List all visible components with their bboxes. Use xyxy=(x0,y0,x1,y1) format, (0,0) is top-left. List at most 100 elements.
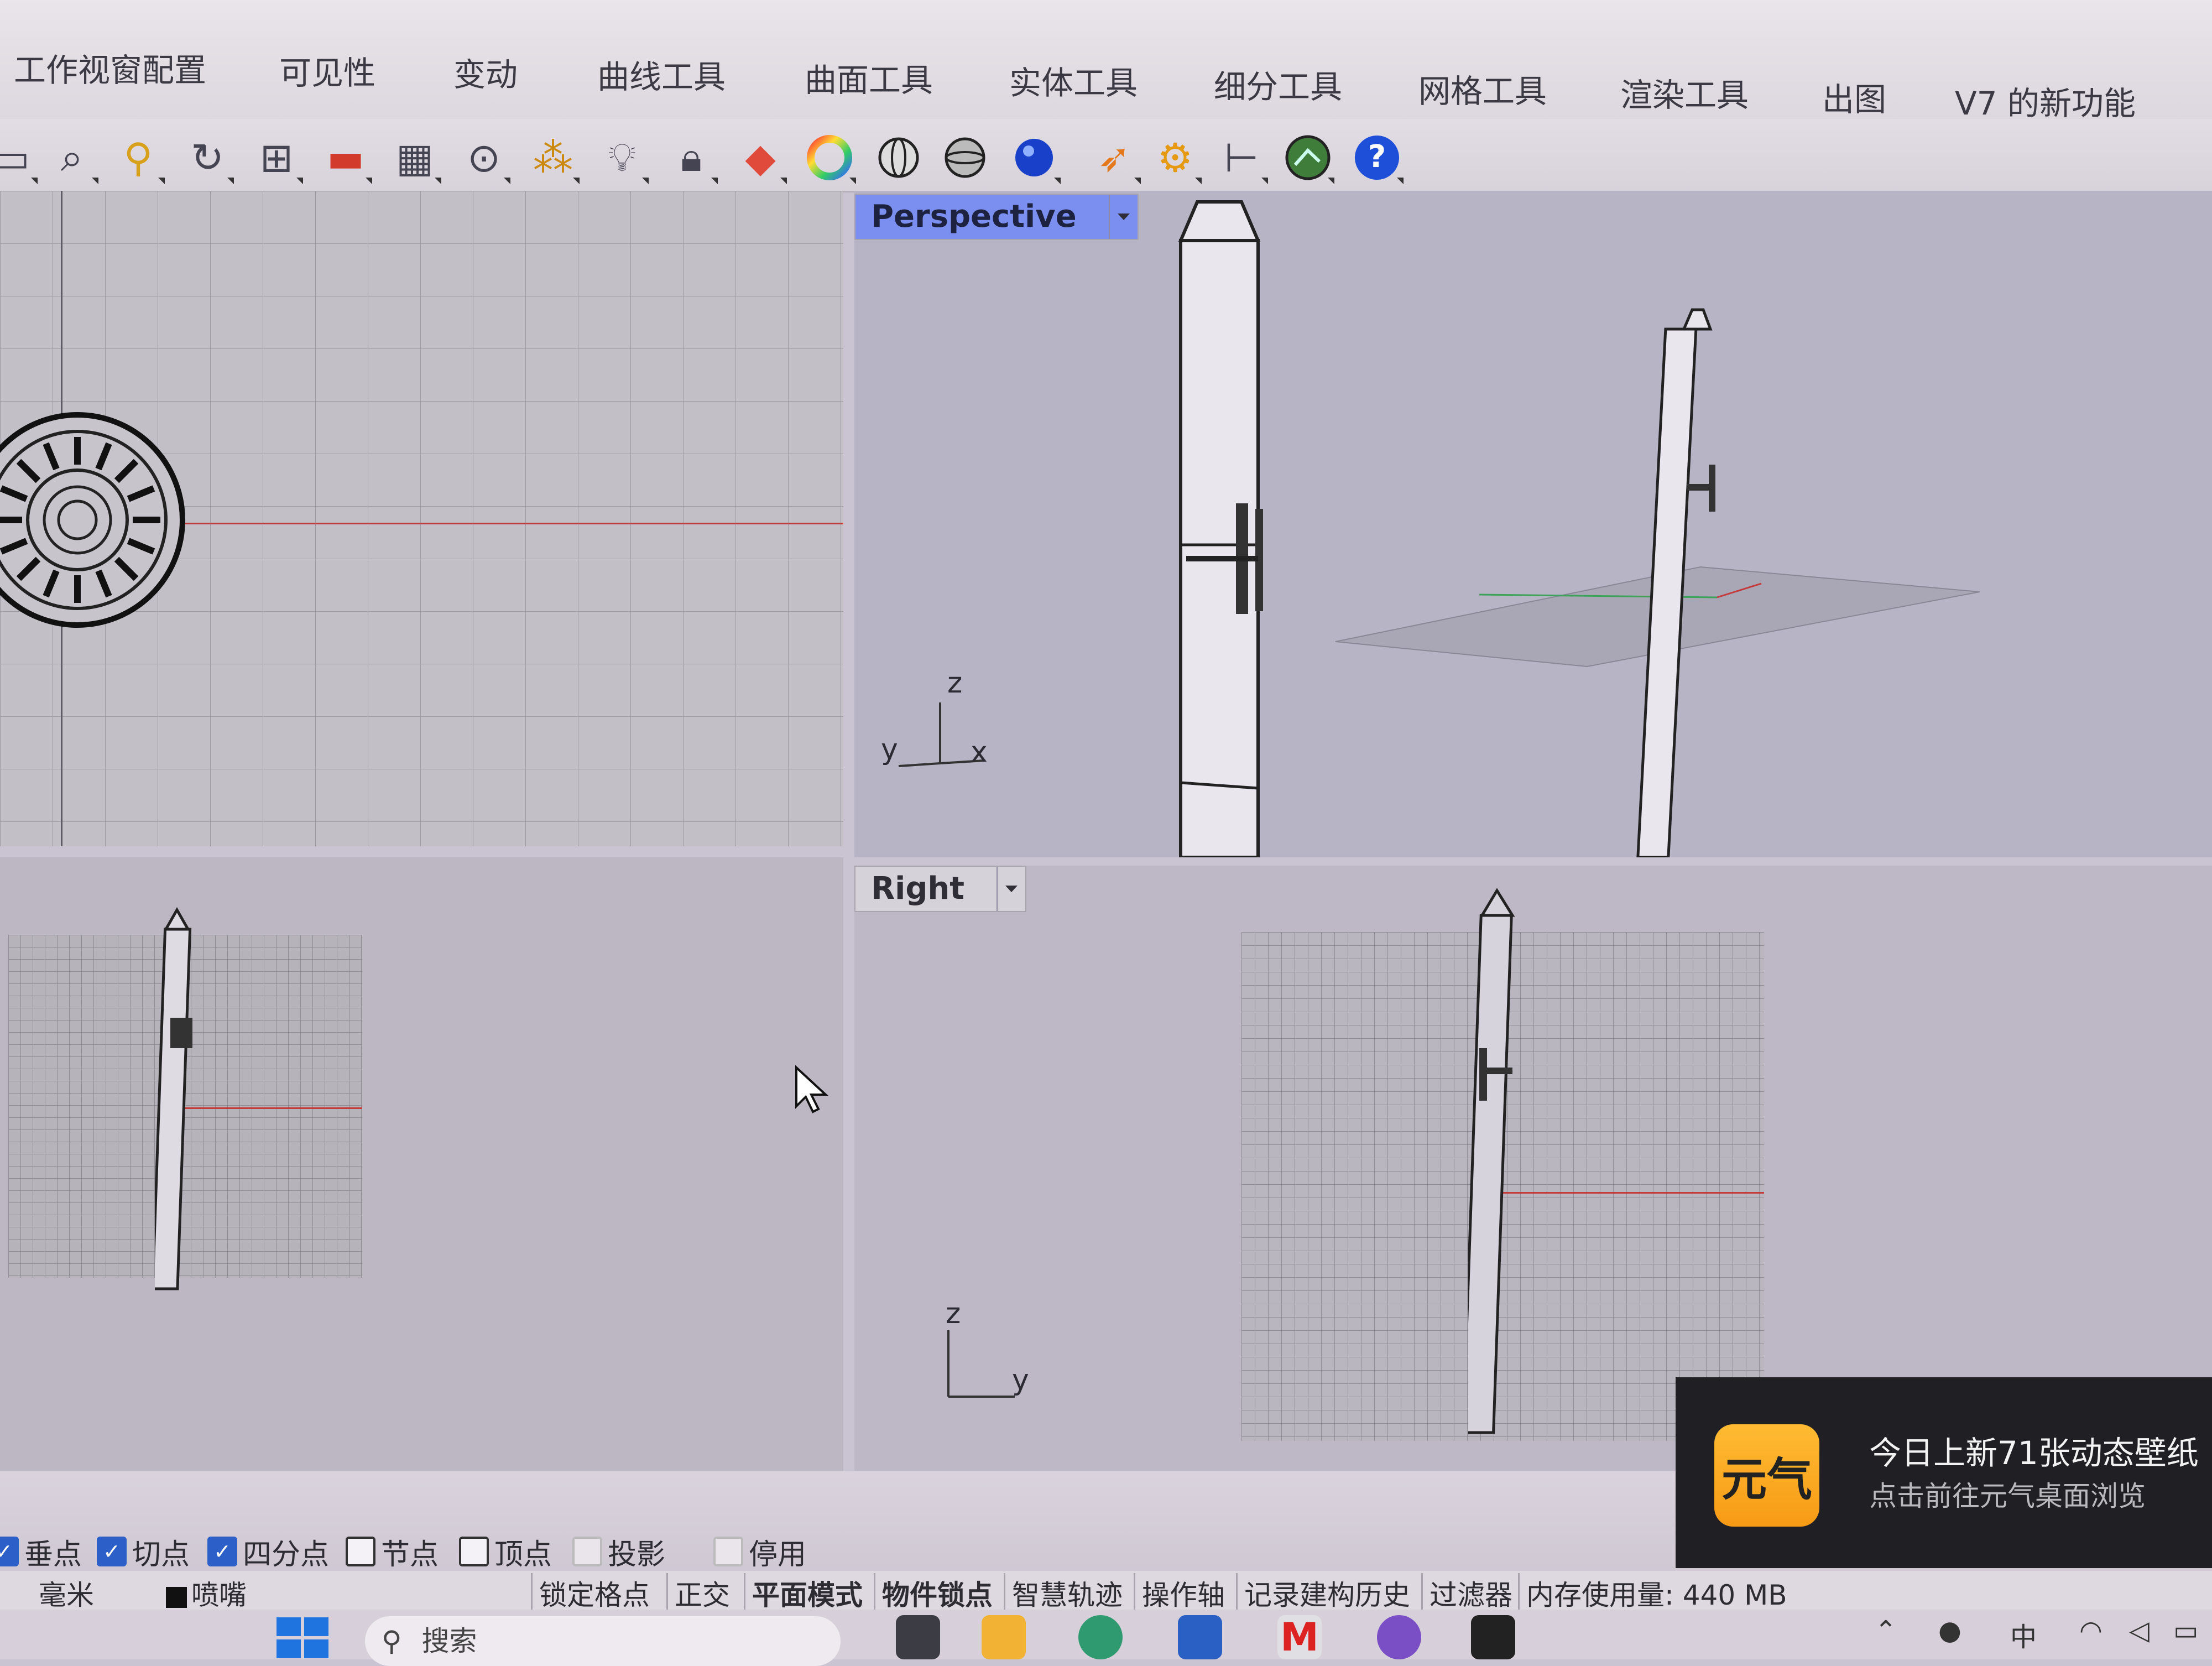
tab-curve-tools[interactable]: 曲线工具 xyxy=(597,51,726,101)
osnap-tangent[interactable]: ✓ 切点 xyxy=(97,1532,190,1571)
checkbox-checked-icon[interactable]: ✓ xyxy=(0,1537,19,1566)
zoom-selected-icon[interactable]: ⚲ xyxy=(111,130,166,185)
store-icon[interactable] xyxy=(1178,1615,1222,1659)
app-icon[interactable] xyxy=(1377,1615,1421,1659)
tab-transform[interactable]: 变动 xyxy=(453,49,518,98)
layer-color-swatch xyxy=(166,1586,187,1608)
status-smart-track[interactable]: 智慧轨迹 xyxy=(1004,1573,1129,1613)
edge-browser-icon[interactable] xyxy=(1078,1615,1123,1659)
osnap-label: 切点 xyxy=(132,1538,190,1571)
toast-title: 今日上新71张动态壁纸 xyxy=(1869,1434,2199,1472)
taskbar-search-input[interactable]: ⚲ 搜索 xyxy=(365,1616,841,1666)
tab-render-tools[interactable]: 渲染工具 xyxy=(1620,69,1749,119)
mail-icon[interactable]: M xyxy=(1277,1615,1322,1659)
circle-icon[interactable]: ⊙ xyxy=(456,130,512,185)
osnap-vertex[interactable]: 顶点 xyxy=(459,1532,552,1571)
viewport-label-right[interactable]: Right xyxy=(854,866,1027,912)
osnap-disable[interactable]: 停用 xyxy=(713,1532,806,1571)
viewport-label-perspective[interactable]: Perspective xyxy=(854,194,1139,240)
osnap-knot[interactable]: 节点 xyxy=(346,1532,439,1571)
gear-icon[interactable]: ⚙ xyxy=(1147,130,1203,185)
dimension-icon[interactable]: ⊢ xyxy=(1214,130,1269,185)
wifi-icon[interactable]: ◠ xyxy=(2079,1615,2103,1646)
status-filter[interactable]: 过滤器 xyxy=(1421,1573,1519,1613)
svg-text:?: ? xyxy=(1368,139,1386,175)
status-grid-snap[interactable]: 锁定格点 xyxy=(531,1573,656,1613)
status-planar[interactable]: 平面模式 xyxy=(744,1573,869,1613)
checkbox-icon[interactable] xyxy=(572,1537,602,1566)
current-layer[interactable]: 喷嘴 xyxy=(166,1573,247,1613)
tab-viewport-layout[interactable]: 工作视窗配置 xyxy=(14,44,206,94)
viewport-top[interactable] xyxy=(0,191,843,846)
toast-app-logo: 元气 xyxy=(1714,1424,1819,1527)
zoom-extents-icon[interactable]: ⌕ xyxy=(44,130,100,185)
tab-visibility[interactable]: 可见性 xyxy=(279,47,375,97)
file-explorer-icon[interactable] xyxy=(982,1615,1026,1659)
viewport-perspective[interactable]: Perspective z y x xyxy=(854,191,2212,857)
tab-subd-tools[interactable]: 细分工具 xyxy=(1214,61,1342,111)
task-view-icon[interactable] xyxy=(896,1615,940,1659)
search-placeholder: 搜索 xyxy=(421,1625,477,1657)
nozzle-right-view xyxy=(1468,888,1515,1434)
checkbox-checked-icon[interactable]: ✓ xyxy=(97,1537,127,1566)
osnap-label: 停用 xyxy=(749,1538,807,1571)
grasshopper-icon[interactable] xyxy=(1280,130,1335,185)
status-gumball[interactable]: 操作轴 xyxy=(1134,1573,1232,1613)
status-osnap[interactable]: 物件锁点 xyxy=(874,1573,999,1613)
status-bar: 毫米 喷嘴 锁定格点 正交 平面模式 物件锁点 智慧轨迹 操作轴 记录建构历史 … xyxy=(0,1571,2212,1613)
volume-icon[interactable]: ◁ xyxy=(2129,1615,2150,1646)
toast-notification[interactable]: 元气 今日上新71张动态壁纸 点击前往元气桌面浏览 xyxy=(1676,1377,2212,1568)
points-icon[interactable]: ⁂ xyxy=(525,130,581,185)
four-viewports-icon[interactable]: ⊞ xyxy=(249,130,304,185)
qq-icon[interactable]: ● xyxy=(1938,1615,1961,1646)
memory-usage: 内存使用量: 440 MB xyxy=(1518,1573,1794,1613)
osnap-perpendicular[interactable]: ✓ 垂点 xyxy=(0,1532,82,1571)
lock-icon[interactable]: 🔒︎ xyxy=(664,130,719,185)
tab-drafting[interactable]: 出图 xyxy=(1822,74,1886,123)
osnap-label: 投影 xyxy=(608,1538,666,1571)
rhino-icon[interactable] xyxy=(1471,1615,1515,1659)
toast-subtitle: 点击前往元气桌面浏览 xyxy=(1869,1480,2146,1512)
osnap-quadrant[interactable]: ✓ 四分点 xyxy=(207,1532,329,1571)
mouse-cursor-icon xyxy=(795,1065,829,1113)
axis-label-z: z xyxy=(946,1297,961,1330)
checkbox-checked-icon[interactable]: ✓ xyxy=(207,1537,237,1566)
zoom-window-icon[interactable]: ▭ xyxy=(0,130,39,185)
osnap-label: 顶点 xyxy=(494,1538,552,1571)
nozzle-front-view xyxy=(155,907,192,1290)
car-icon[interactable]: ▬ xyxy=(318,130,373,185)
tab-mesh-tools[interactable]: 网格工具 xyxy=(1418,65,1547,115)
checkbox-icon[interactable] xyxy=(459,1537,489,1566)
viewport-front[interactable] xyxy=(0,857,843,1471)
layer-icon[interactable]: ◆ xyxy=(733,130,788,185)
select-arrow-icon[interactable]: ➶ xyxy=(1087,130,1142,185)
status-ortho[interactable]: 正交 xyxy=(666,1573,737,1613)
axis-label-z: z xyxy=(947,667,963,700)
checkbox-icon[interactable] xyxy=(346,1537,375,1566)
taskbar: ⚲ 搜索 M ⌃ ● 中 ◠ ◁ ▭ xyxy=(0,1610,2212,1666)
tab-surface-tools[interactable]: 曲面工具 xyxy=(805,54,933,104)
osnap-project[interactable]: 投影 xyxy=(572,1532,665,1571)
chevron-up-icon[interactable]: ⌃ xyxy=(1875,1615,1897,1646)
render-sphere-icon[interactable] xyxy=(1006,130,1062,185)
axis-label-y: y xyxy=(1012,1363,1029,1397)
construction-plane-icon[interactable]: ▦ xyxy=(387,130,442,185)
osnap-label: 四分点 xyxy=(243,1538,330,1571)
status-record-history[interactable]: 记录建构历史 xyxy=(1236,1573,1417,1613)
help-icon[interactable]: ? xyxy=(1349,130,1405,185)
ribbon-tab-bar: 工作视窗配置 可见性 变动 曲线工具 曲面工具 实体工具 细分工具 网格工具 渲… xyxy=(0,0,2212,123)
sphere-wire-icon[interactable] xyxy=(871,130,926,185)
ime-indicator[interactable]: 中 xyxy=(2010,1615,2037,1654)
viewport-menu-chevron-icon[interactable] xyxy=(1108,195,1138,239)
tab-solid-tools[interactable]: 实体工具 xyxy=(1009,57,1138,107)
sphere-shaded-icon[interactable] xyxy=(937,130,993,185)
viewport-menu-chevron-icon[interactable] xyxy=(997,867,1025,911)
units-indicator[interactable]: 毫米 xyxy=(39,1573,94,1613)
checkbox-icon[interactable] xyxy=(713,1537,743,1566)
color-wheel-icon[interactable] xyxy=(802,130,857,185)
windows-start-icon[interactable] xyxy=(276,1617,329,1659)
rotate-view-icon[interactable]: ↻ xyxy=(180,130,235,185)
battery-icon[interactable]: ▭ xyxy=(2173,1615,2198,1646)
x-axis-line xyxy=(177,523,843,524)
light-bulb-icon[interactable]: 💡︎ xyxy=(594,130,650,185)
